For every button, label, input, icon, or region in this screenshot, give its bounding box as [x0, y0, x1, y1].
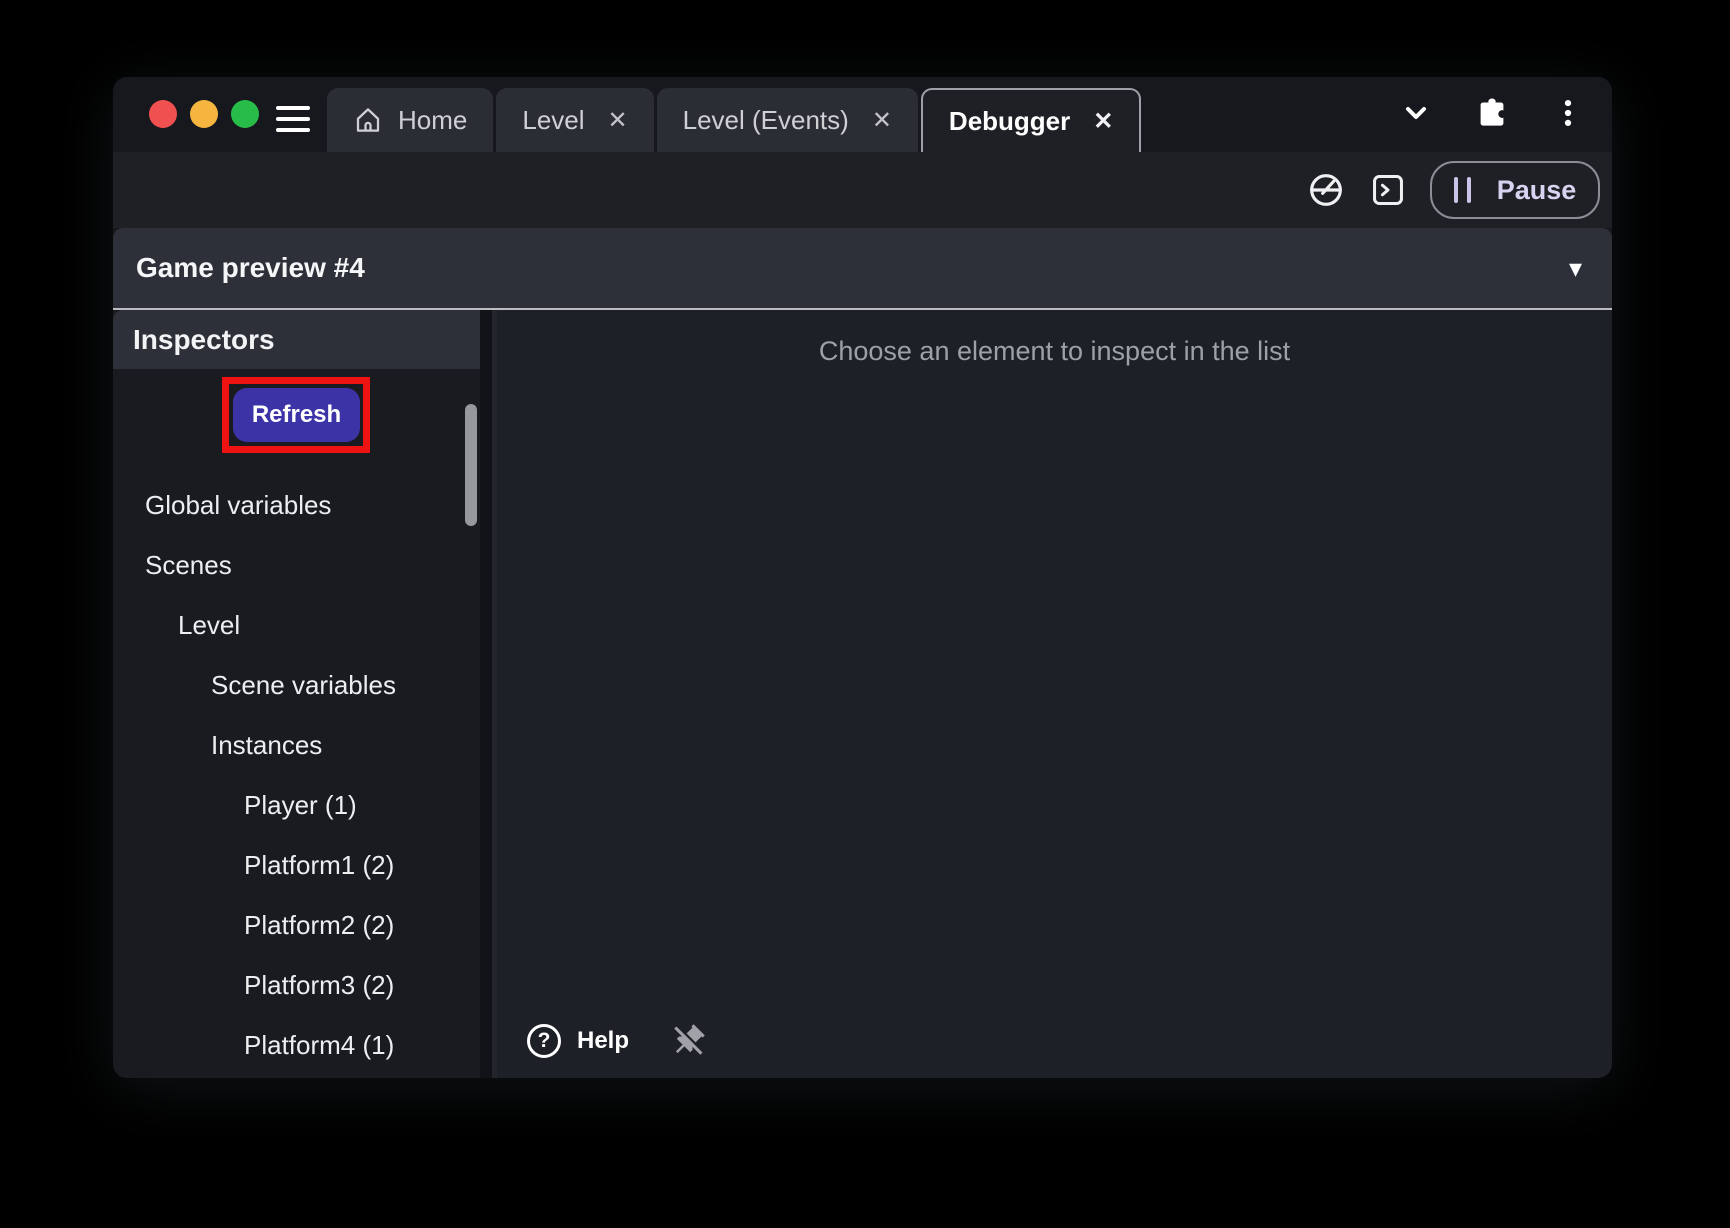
close-tab-icon[interactable]: ✕	[1085, 107, 1113, 136]
tree-item-player[interactable]: Player (1)	[113, 775, 480, 835]
inspector-detail-panel: Choose an element to inspect in the list…	[492, 310, 1612, 1078]
tree-item-platform2[interactable]: Platform2 (2)	[113, 895, 480, 955]
inspector-tree: Global variables Scenes Level Scene vari…	[113, 475, 480, 1075]
extensions-puzzle-icon[interactable]	[1472, 93, 1512, 133]
help-button[interactable]: ? Help	[527, 1024, 629, 1058]
help-button-label: Help	[577, 1027, 629, 1055]
close-window-button[interactable]	[149, 100, 177, 128]
close-tab-icon[interactable]: ✕	[864, 106, 892, 135]
inspectors-header: Inspectors	[113, 310, 480, 369]
panel-gap	[480, 310, 492, 1078]
home-icon	[353, 105, 383, 135]
minimize-window-button[interactable]	[190, 100, 218, 128]
question-circle-icon: ?	[527, 1024, 561, 1058]
traffic-lights	[149, 100, 259, 128]
tab-strip: Home Level ✕ Level (Events) ✕ Debugger ✕	[113, 77, 1612, 152]
tree-item-level[interactable]: Level	[113, 595, 480, 655]
tab-label: Level (Events)	[683, 105, 849, 136]
tab-level[interactable]: Level ✕	[496, 88, 653, 152]
console-icon[interactable]	[1368, 170, 1408, 210]
unpin-icon[interactable]	[669, 1022, 707, 1060]
menu-icon[interactable]	[276, 106, 310, 132]
dropdown-arrow-icon: ▾	[1569, 253, 1582, 284]
tree-item-global-variables[interactable]: Global variables	[113, 475, 480, 535]
refresh-area: Refresh	[113, 369, 480, 475]
tree-item-instances[interactable]: Instances	[113, 715, 480, 775]
game-preview-selector[interactable]: Game preview #4 ▾	[113, 228, 1612, 308]
pause-button-label: Pause	[1497, 175, 1577, 206]
tree-item-scenes[interactable]: Scenes	[113, 535, 480, 595]
bottom-actions: ? Help	[527, 1022, 707, 1060]
close-tab-icon[interactable]: ✕	[600, 106, 628, 135]
tree-item-platform4[interactable]: Platform4 (1)	[113, 1015, 480, 1075]
tree-item-scene-variables[interactable]: Scene variables	[113, 655, 480, 715]
zoom-window-button[interactable]	[231, 100, 259, 128]
game-preview-title: Game preview #4	[136, 252, 365, 284]
pause-icon	[1454, 177, 1471, 203]
refresh-button[interactable]: Refresh	[233, 388, 360, 442]
window-top-actions	[1396, 93, 1588, 133]
tree-item-platform1[interactable]: Platform1 (2)	[113, 835, 480, 895]
tab-home[interactable]: Home	[327, 88, 493, 152]
kebab-menu-icon[interactable]	[1548, 93, 1588, 133]
tab-level-events[interactable]: Level (Events) ✕	[657, 88, 918, 152]
tab-label: Debugger	[949, 106, 1070, 137]
tab-label: Home	[398, 105, 467, 136]
tab-bar: Home Level ✕ Level (Events) ✕ Debugger ✕	[327, 88, 1141, 152]
empty-state-message: Choose an element to inspect in the list	[497, 336, 1612, 367]
tab-label: Level	[522, 105, 584, 136]
app-window: Home Level ✕ Level (Events) ✕ Debugger ✕	[113, 77, 1612, 1078]
sidebar-scrollbar[interactable]	[465, 404, 477, 526]
debugger-content: Inspectors Refresh Global variables Scen…	[113, 310, 1612, 1078]
inspectors-sidebar: Inspectors Refresh Global variables Scen…	[113, 310, 480, 1078]
tab-debugger[interactable]: Debugger ✕	[921, 88, 1141, 152]
profiler-gauge-icon[interactable]	[1306, 170, 1346, 210]
debugger-toolbar: Pause	[113, 152, 1612, 228]
chevron-down-icon[interactable]	[1396, 93, 1436, 133]
pause-button[interactable]: Pause	[1430, 161, 1600, 219]
tree-item-platform3[interactable]: Platform3 (2)	[113, 955, 480, 1015]
